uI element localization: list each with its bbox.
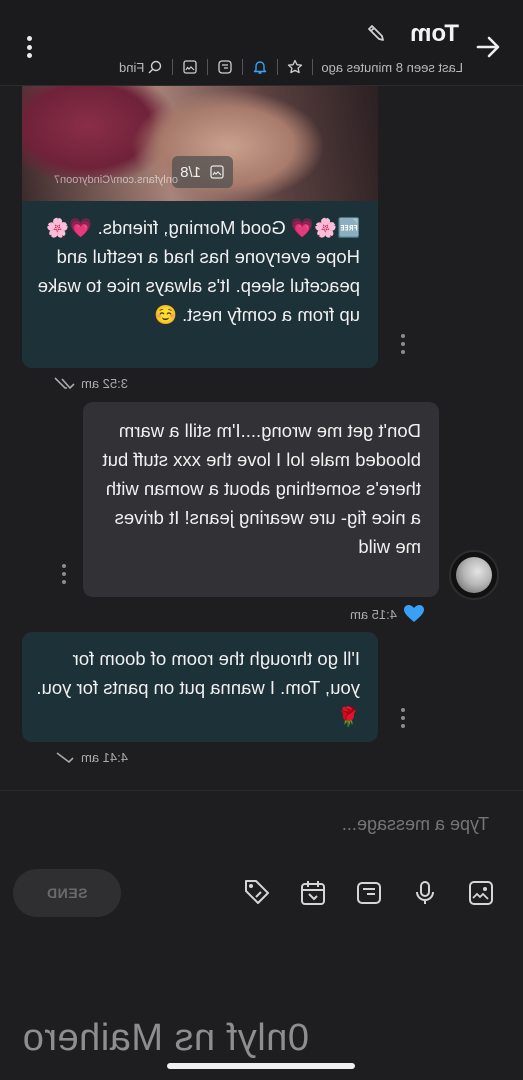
moon-avatar-image: [456, 557, 492, 593]
bell-icon[interactable]: [251, 58, 269, 76]
price-tag-icon[interactable]: [239, 875, 275, 911]
message-meta: 3:52 am: [51, 376, 128, 391]
message-time: 4:41 am: [81, 750, 128, 765]
media-counter: 1/8: [180, 163, 201, 181]
last-seen-status: Last seen 8 minutes ago: [321, 59, 463, 75]
watermark-text: 0nlyf ns Maihero: [22, 1017, 309, 1059]
media-credit-watermark: onlyfans.com/Cindyroon7: [53, 174, 178, 186]
chat-screen: Tom Last seen 8 minutes ago Find 1/8 onl…: [0, 0, 523, 1080]
vault-media-icon[interactable]: [351, 875, 387, 911]
single-check-icon: [56, 751, 74, 763]
schedule-calendar-icon[interactable]: [295, 875, 331, 911]
search-icon[interactable]: [146, 58, 164, 76]
message-options-icon[interactable]: [60, 564, 68, 584]
media-counter-badge: 1/8: [172, 156, 233, 188]
edit-pencil-icon[interactable]: [365, 22, 387, 44]
toolbar-divider: [172, 59, 174, 75]
back-arrow-icon[interactable]: [471, 30, 505, 64]
message-time: 4:15 am: [350, 606, 397, 622]
message-options-icon[interactable]: [399, 334, 407, 354]
message-text: I'll go through the room of doom for you…: [36, 648, 360, 727]
message-composer: SEND 0nlyf ns Maihero: [0, 790, 523, 1080]
message-input[interactable]: [189, 809, 489, 839]
image-icon: [210, 165, 224, 179]
send-button[interactable]: SEND: [13, 869, 121, 917]
message-meta: 4:41 am: [55, 750, 128, 765]
message-meta: 4:15 am: [350, 604, 425, 624]
vault-icon[interactable]: [216, 58, 234, 76]
message-text: 🆓🌸💗 Good Morning, friends. 💗🌸Hope everyo…: [37, 217, 360, 325]
header-toolbar: Last seen 8 minutes ago Find: [119, 56, 463, 78]
message-options-icon[interactable]: [399, 708, 407, 728]
composer-toolbar: [239, 873, 499, 913]
toolbar-divider: [242, 59, 244, 75]
toolbar-divider: [312, 59, 314, 75]
microphone-icon[interactable]: [407, 875, 443, 911]
user-avatar[interactable]: [449, 550, 499, 600]
message-text: Don't get me wrong....I'm still a warm b…: [102, 420, 421, 557]
toolbar-divider: [277, 59, 279, 75]
add-media-icon[interactable]: [463, 875, 499, 911]
double-check-icon: [54, 376, 75, 389]
image-gallery-icon[interactable]: [181, 58, 199, 76]
outgoing-message[interactable]: Don't get me wrong....I'm still a warm b…: [83, 402, 439, 597]
incoming-message[interactable]: I'll go through the room of doom for you…: [22, 632, 378, 742]
toolbar-divider: [207, 59, 209, 75]
more-options-icon[interactable]: [17, 30, 43, 64]
chat-header: Tom Last seen 8 minutes ago Find: [0, 0, 523, 86]
heart-reaction-icon: [404, 605, 424, 622]
message-list[interactable]: 1/8 onlyfans.com/Cindyroon7 🆓🌸💗 Good Mor…: [0, 86, 523, 790]
home-indicator[interactable]: [167, 1063, 355, 1069]
find-label[interactable]: Find: [119, 60, 144, 75]
star-icon[interactable]: [286, 58, 304, 76]
contact-name[interactable]: Tom: [410, 20, 459, 48]
message-time: 3:52 am: [81, 376, 128, 391]
incoming-media-message[interactable]: 1/8 onlyfans.com/Cindyroon7 🆓🌸💗 Good Mor…: [22, 86, 378, 368]
